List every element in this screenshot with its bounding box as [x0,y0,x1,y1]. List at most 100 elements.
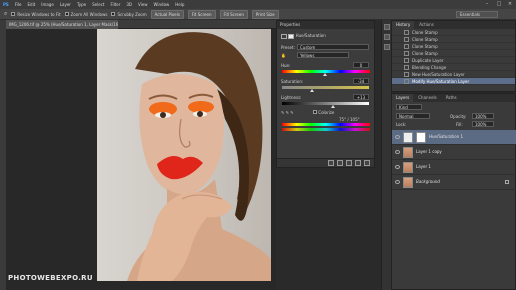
hue-label: Hue: [281,63,291,68]
history-item-label: New Hue/Saturation Layer [412,72,465,77]
zoom-tool-icon[interactable]: ⌕ [4,10,7,18]
channel-select[interactable]: Yellows [297,52,349,58]
colorize-label: Colorize [318,110,335,115]
saturation-value-input[interactable]: -34 [353,78,369,84]
resize-windows-checkbox[interactable]: Resize Windows to Fit [11,12,61,17]
reset-icon[interactable] [346,160,352,166]
mask-icon[interactable] [288,33,295,39]
layer-name: Background [416,179,440,184]
history-item[interactable]: Clone Stamp [392,36,515,43]
lightness-slider-thumb[interactable] [331,105,335,108]
scrubby-zoom-checkbox[interactable]: Scrubby Zoom [111,12,147,17]
history-item-current[interactable]: Modify Hue/Saturation Layer [392,78,515,85]
fit-screen-button[interactable]: Fit Screen [187,9,216,19]
fill-input[interactable]: 100% [472,121,494,127]
colorize-checkbox[interactable]: Colorize [313,110,334,115]
tab-actions[interactable]: Actions [415,21,438,29]
layer-row[interactable]: Layer 1 copy [392,145,516,160]
eye-icon[interactable] [395,165,400,169]
document-tabbar: IMG_1206.tif @ 25% (Hue/Saturation 1, La… [6,20,276,29]
menu-item-image[interactable]: Image [41,2,54,7]
saturation-slider-thumb[interactable] [310,89,314,92]
opacity-input[interactable]: 100% [472,113,494,119]
lightness-slider-track[interactable] [282,102,369,105]
tab-paths[interactable]: Paths [442,94,461,102]
saturation-slider-track[interactable] [282,86,369,89]
info-dock-icon[interactable] [384,44,390,50]
layers-panel: Layers Channels Paths Kind Normal Opacit… [391,93,516,290]
layer-name: Layer 1 [416,164,431,169]
blend-mode-select[interactable]: Normal [396,113,430,119]
delete-adjustment-icon[interactable] [364,160,370,166]
opacity-label: Opacity: [450,114,467,119]
menu-item-select[interactable]: Select [92,2,104,7]
eyedropper-plus-icon[interactable]: ✎ [286,110,289,115]
layer-filter-select[interactable]: Kind [396,104,422,110]
zoom-all-checkbox[interactable]: Zoom All Windows [64,12,107,17]
actual-pixels-button[interactable]: Actual Pixels [150,9,184,19]
history-item[interactable]: Clone Stamp [392,50,515,57]
menu-item-filter[interactable]: Filter [110,2,120,7]
view-previous-icon[interactable] [337,160,343,166]
history-item[interactable]: Clone Stamp [392,29,515,36]
eyedropper-minus-icon[interactable]: ✎ [290,110,293,115]
tab-channels[interactable]: Channels [414,94,441,102]
properties-footer [277,158,374,167]
eye-icon[interactable] [395,135,400,139]
watermark: PHOTOWEBEXPO.RU [8,274,93,282]
workspace-select[interactable]: Essentials [456,11,498,18]
menu-item-edit[interactable]: Edit [28,2,36,7]
history-item[interactable]: Blending Change [392,64,515,71]
menu-item-window[interactable]: Window [154,2,170,7]
menu-item-file[interactable]: File [15,2,22,7]
panel-dock-strip [381,20,391,290]
fill-label: Fill: [456,122,463,127]
history-item[interactable]: Duplicate Layer [392,57,515,64]
eye-icon[interactable] [395,150,400,154]
layer-row[interactable]: Background [392,175,516,190]
eyedropper-icon[interactable]: ✎ [281,110,284,115]
minimize-icon[interactable]: – [482,1,492,8]
history-item[interactable]: New Hue/Saturation Layer [392,71,515,78]
hue-slider-thumb[interactable] [323,73,327,76]
history-item-label: Clone Stamp [412,37,438,42]
document-tab[interactable]: IMG_1206.tif @ 25% (Hue/Saturation 1, La… [6,20,118,29]
layer-name: Layer 1 copy [416,149,442,154]
hue-value-input[interactable]: 0 [353,62,369,68]
menu-item-type[interactable]: Type [77,2,86,7]
layer-thumbnail [403,162,413,173]
layer-row[interactable]: Layer 1 [392,160,516,175]
clip-to-layer-icon[interactable] [328,160,334,166]
preset-label: Preset: [281,45,295,50]
preset-select[interactable]: Custom [297,44,369,50]
visibility-toggle-icon[interactable] [355,160,361,166]
fill-screen-button[interactable]: Fill Screen [219,9,248,19]
tab-layers[interactable]: Layers [392,94,414,102]
menu-item-view[interactable]: View [138,2,148,7]
eye-icon[interactable] [395,180,400,184]
layer-mask-thumbnail[interactable] [416,132,426,143]
adjustment-layer-thumbnail [403,132,413,143]
history-item-label: Blending Change [412,65,447,70]
tab-history[interactable]: History [392,21,415,29]
layer-name: Hue/Saturation 1 [429,134,464,139]
properties-dock-icon[interactable] [384,34,390,40]
lightness-value-input[interactable]: +13 [353,94,369,100]
history-item[interactable]: Clone Stamp [392,43,515,50]
layers-tabs: Layers Channels Paths [392,94,515,102]
hand-icon[interactable]: ✋ [281,53,286,58]
close-icon[interactable]: × [505,1,515,8]
history-dock-icon[interactable] [384,24,390,30]
menu-item-ps[interactable]: PS [3,2,9,7]
menu-item-help[interactable]: Help [175,2,184,7]
history-item-label: Clone Stamp [412,51,438,56]
maximize-icon[interactable]: □ [494,1,504,8]
lock-icon [505,180,509,184]
menu-item-layer[interactable]: Layer [60,2,71,7]
history-item-label: Duplicate Layer [412,58,444,63]
layer-row[interactable]: Hue/Saturation 1 [392,130,516,145]
print-size-button[interactable]: Print Size [251,9,279,19]
range-spectrum-bottom[interactable] [282,128,370,131]
lock-label: Lock: [396,122,407,127]
menu-item-3d[interactable]: 3D [126,2,132,7]
